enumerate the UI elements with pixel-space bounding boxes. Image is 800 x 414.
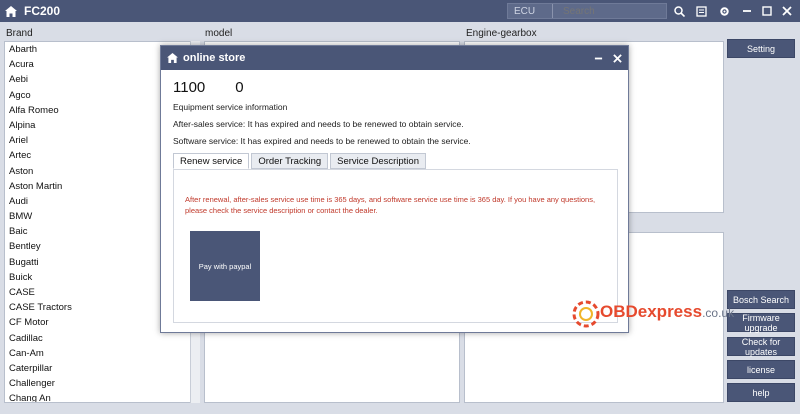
after-sales-status: After-sales service: It has expired and … bbox=[173, 119, 464, 129]
list-item[interactable]: Caterpillar bbox=[5, 361, 199, 376]
online-store-dialog: online store 1100 0 Equipment service inf… bbox=[160, 45, 629, 333]
renew-service-panel: After renewal, after-sales service use t… bbox=[173, 169, 618, 323]
renewal-notice: After renewal, after-sales service use t… bbox=[185, 195, 596, 215]
device-id-prefix: 1100 bbox=[173, 79, 206, 96]
device-id-mask bbox=[205, 81, 236, 96]
list-item[interactable]: Challenger bbox=[5, 376, 199, 391]
search-icon[interactable] bbox=[669, 0, 689, 22]
model-header: model bbox=[205, 28, 233, 39]
book-icon[interactable] bbox=[691, 0, 711, 22]
close-icon[interactable] bbox=[610, 50, 624, 66]
watermark-logo-icon bbox=[572, 300, 600, 328]
list-item[interactable]: Can-Am bbox=[5, 346, 199, 361]
search-box[interactable]: ECU bbox=[507, 3, 667, 19]
settings-icon[interactable] bbox=[714, 0, 734, 22]
tab-order-tracking[interactable]: Order Tracking bbox=[251, 153, 329, 169]
equipment-info-label: Equipment service information bbox=[173, 102, 288, 112]
app-title: FC200 bbox=[24, 4, 61, 18]
tab-service-description[interactable]: Service Description bbox=[330, 153, 426, 169]
close-icon[interactable] bbox=[777, 0, 797, 22]
software-status: Software service: It has expired and nee… bbox=[173, 136, 471, 146]
device-id-suffix: 0 bbox=[235, 79, 244, 96]
license-button[interactable]: license bbox=[727, 360, 795, 379]
home-icon bbox=[161, 53, 183, 63]
search-input[interactable] bbox=[553, 5, 653, 17]
bosch-search-button[interactable]: Bosch Search bbox=[727, 290, 795, 309]
minimize-icon[interactable] bbox=[591, 50, 605, 66]
device-id: 1100 0 bbox=[173, 79, 244, 96]
minimize-icon[interactable] bbox=[737, 0, 757, 22]
home-icon[interactable] bbox=[0, 0, 22, 22]
firmware-upgrade-button[interactable]: Firmware upgrade bbox=[727, 313, 795, 333]
dialog-title: online store bbox=[183, 52, 246, 64]
engine-header: Engine-gearbox bbox=[466, 28, 537, 39]
dialog-header: online store bbox=[161, 46, 628, 70]
watermark: OBDexpress.co.uk bbox=[570, 296, 734, 332]
pay-with-paypal-button[interactable]: Pay with paypal bbox=[190, 231, 260, 301]
search-scope[interactable]: ECU bbox=[508, 4, 553, 18]
service-tabs: Renew service Order Tracking Service Des… bbox=[173, 153, 428, 169]
watermark-text: OBDexpress.co.uk bbox=[600, 302, 735, 321]
brand-header: Brand bbox=[6, 28, 33, 39]
check-updates-button[interactable]: Check for updates bbox=[727, 337, 795, 357]
tab-renew-service[interactable]: Renew service bbox=[173, 153, 250, 169]
setting-button[interactable]: Setting bbox=[727, 39, 795, 58]
list-item[interactable]: Chang An bbox=[5, 391, 199, 402]
maximize-icon[interactable] bbox=[757, 0, 777, 22]
help-button[interactable]: help bbox=[727, 383, 795, 402]
